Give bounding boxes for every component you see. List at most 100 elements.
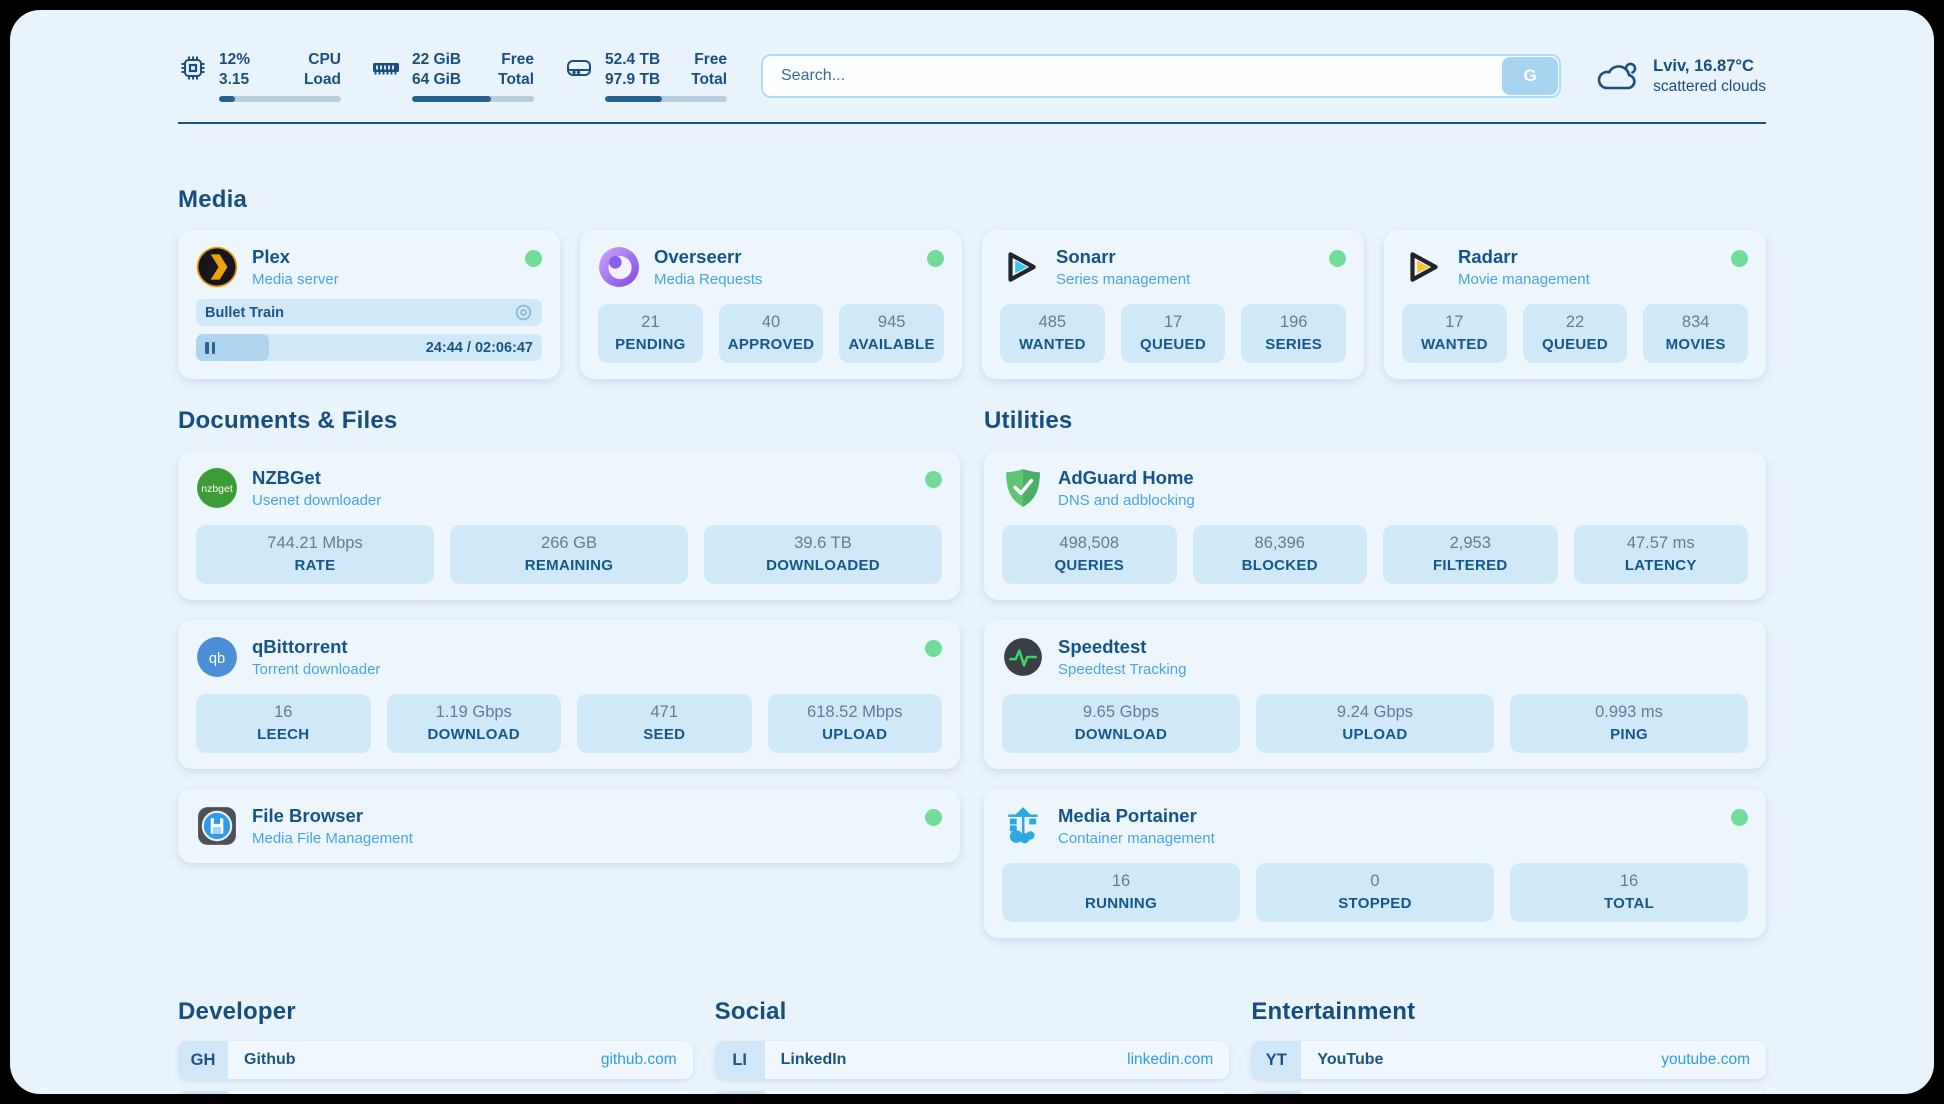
stat-label: LEECH — [202, 726, 365, 743]
service-card-nzbget[interactable]: nzbget NZBGet Usenet downloader 744.21 M… — [178, 451, 960, 600]
entertainment-section: Entertainment YT YouTube youtube.com NF … — [1251, 998, 1766, 1094]
service-name: Media Portainer — [1058, 805, 1717, 827]
status-online-dot — [925, 471, 942, 488]
weather-widget: Lviv, 16.87°C scattered clouds — [1595, 57, 1766, 96]
link-abbr-badge: TW — [715, 1091, 765, 1094]
service-subtitle: Media Requests — [654, 271, 913, 288]
service-subtitle: Media File Management — [252, 830, 911, 847]
stat-box: 471SEED — [577, 694, 752, 753]
plex-icon — [196, 246, 238, 288]
service-card-radarr[interactable]: Radarr Movie management 17WANTED 22QUEUE… — [1384, 230, 1766, 379]
stat-value: 17 — [1408, 313, 1501, 332]
search-input[interactable] — [761, 54, 1561, 98]
link-row-youtube[interactable]: YT YouTube youtube.com — [1251, 1041, 1766, 1079]
stat-value: 40 — [725, 313, 818, 332]
service-card-plex[interactable]: Plex Media server Bullet Train 24:44 / 0… — [178, 230, 560, 379]
link-name: Github — [228, 1041, 601, 1079]
service-card-adguard[interactable]: AdGuard Home DNS and adblocking 498,508Q… — [984, 451, 1766, 600]
stat-label: UPLOAD — [1262, 726, 1488, 743]
link-name: YouTube — [1301, 1041, 1661, 1079]
link-row-linkedin[interactable]: LI LinkedIn linkedin.com — [715, 1041, 1230, 1079]
link-name: LinkedIn — [765, 1041, 1128, 1079]
svg-text:nzbget: nzbget — [201, 483, 233, 495]
stat-box: 834MOVIES — [1643, 304, 1748, 363]
pause-icon[interactable] — [205, 342, 215, 354]
disk-free-label: Free — [691, 50, 727, 70]
cpu-icon — [178, 53, 208, 83]
ram-icon — [371, 53, 401, 83]
status-online-dot — [1731, 250, 1748, 267]
stat-label: APPROVED — [725, 336, 818, 353]
status-online-dot — [927, 250, 944, 267]
now-playing-reel-icon[interactable] — [514, 303, 533, 322]
stat-box: 2,953FILTERED — [1383, 525, 1558, 584]
stat-label: QUEUED — [1127, 336, 1220, 353]
service-name: Speedtest — [1058, 636, 1748, 658]
media-section: Media Plex Media server Bullet Train — [178, 186, 1766, 379]
link-row-twitter[interactable]: TW Twitter twitter.com — [715, 1091, 1230, 1094]
stat-box: 9.24 Gbps UPLOAD — [1256, 694, 1494, 753]
weather-condition: scattered clouds — [1653, 78, 1766, 96]
stat-box: 945AVAILABLE — [839, 304, 944, 363]
stat-box: 86,396BLOCKED — [1193, 525, 1368, 584]
playback-progress-bar[interactable]: 24:44 / 02:06:47 — [196, 334, 542, 361]
filebrowser-icon — [196, 805, 238, 847]
link-url[interactable]: stackoverflow.com — [550, 1091, 693, 1094]
cloud-icon — [1595, 59, 1641, 93]
link-url[interactable]: netflix.com — [1676, 1091, 1766, 1094]
stat-label: DOWNLOAD — [393, 726, 556, 743]
nzbget-icon: nzbget — [196, 467, 238, 509]
stat-label: UPLOAD — [774, 726, 937, 743]
stat-value: 618.52 Mbps — [774, 703, 937, 722]
stat-value: 47.57 ms — [1580, 534, 1743, 553]
now-playing-title: Bullet Train — [205, 305, 284, 321]
link-row-netflix[interactable]: NF Netflix netflix.com — [1251, 1091, 1766, 1094]
overseerr-icon — [598, 246, 640, 288]
service-subtitle: Speedtest Tracking — [1058, 661, 1748, 678]
link-row-github[interactable]: GH Github github.com — [178, 1041, 693, 1079]
service-card-filebrowser[interactable]: File Browser Media File Management — [178, 789, 960, 863]
service-subtitle: Torrent downloader — [252, 661, 911, 678]
service-subtitle: Movie management — [1458, 271, 1717, 288]
developer-section: Developer GH Github github.com SO StackO… — [178, 998, 693, 1094]
service-card-speedtest[interactable]: Speedtest Speedtest Tracking 9.65 GbpsDO… — [984, 620, 1766, 769]
link-name: Netflix — [1301, 1091, 1676, 1094]
service-name: Overseerr — [654, 246, 913, 268]
stat-value: 9.24 Gbps — [1262, 703, 1488, 722]
section-title-entertainment: Entertainment — [1251, 998, 1766, 1026]
service-card-portainer[interactable]: Media Portainer Container management 16R… — [984, 789, 1766, 938]
service-card-qbittorrent[interactable]: qb qBittorrent Torrent downloader 16LEEC… — [178, 620, 960, 769]
stat-value: 16 — [1008, 872, 1234, 891]
disk-total-value: 97.9 TB — [605, 70, 660, 90]
load-label: Load — [304, 70, 341, 90]
link-row-stackoverflow[interactable]: SO StackOverflow stackoverflow.com — [178, 1091, 693, 1094]
status-online-dot — [525, 250, 542, 267]
section-title-developer: Developer — [178, 998, 693, 1026]
stat-label: QUEUED — [1529, 336, 1622, 353]
stat-label: RATE — [202, 557, 428, 574]
stat-label: SERIES — [1247, 336, 1340, 353]
stat-box: 744.21 MbpsRATE — [196, 525, 434, 584]
link-abbr-badge: GH — [178, 1041, 228, 1079]
stat-label: DOWNLOADED — [710, 557, 936, 574]
service-card-overseerr[interactable]: Overseerr Media Requests 21PENDING 40 APP… — [580, 230, 962, 379]
stat-label: LATENCY — [1580, 557, 1743, 574]
service-card-sonarr[interactable]: Sonarr Series management 485WANTED 17QUE… — [982, 230, 1364, 379]
stat-box: 17WANTED — [1402, 304, 1507, 363]
stat-box: 21PENDING — [598, 304, 703, 363]
link-url[interactable]: linkedin.com — [1127, 1041, 1229, 1079]
link-url[interactable]: youtube.com — [1661, 1041, 1766, 1079]
stat-box: 618.52 Mbps UPLOAD — [768, 694, 943, 753]
cpu-label: CPU — [304, 50, 341, 70]
link-url[interactable]: twitter.com — [1139, 1091, 1229, 1094]
service-name: Plex — [252, 246, 511, 268]
search-bar: G — [761, 54, 1561, 98]
social-section: Social LI LinkedIn linkedin.com TW Twitt… — [715, 998, 1230, 1094]
search-engine-button[interactable]: G — [1502, 57, 1558, 95]
stat-value: 21 — [604, 313, 697, 332]
stat-value: 17 — [1127, 313, 1220, 332]
stat-value: 196 — [1247, 313, 1340, 332]
disk-free-value: 52.4 TB — [605, 50, 660, 70]
service-subtitle: Container management — [1058, 830, 1717, 847]
link-url[interactable]: github.com — [601, 1041, 693, 1079]
